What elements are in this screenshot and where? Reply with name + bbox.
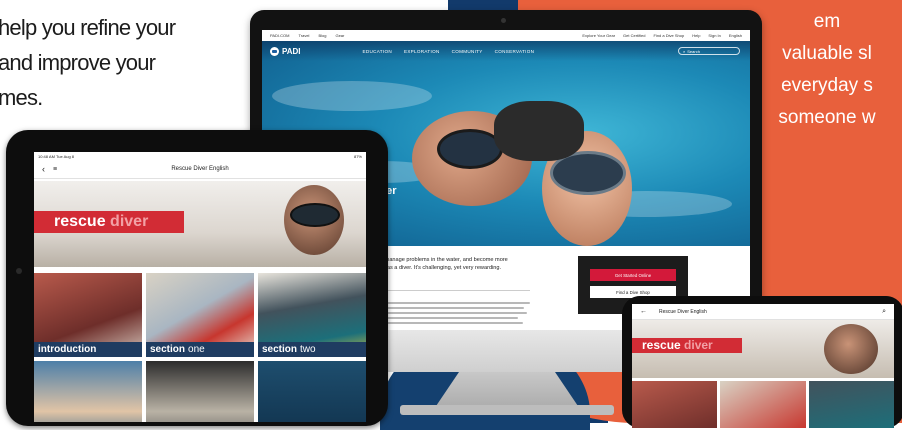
section-tile-photo[interactable]: [146, 361, 254, 422]
phone-section-grid: [632, 378, 894, 428]
text-line: [380, 317, 518, 319]
content-divider: [380, 290, 530, 291]
section-tile-photo[interactable]: [258, 361, 366, 422]
status-time: 10:48 AM Tue Aug 8: [38, 153, 75, 159]
back-arrow-icon[interactable]: ←: [640, 308, 647, 315]
tile-caption-thin: one: [188, 344, 205, 355]
tile-caption-bold: introduction: [38, 344, 97, 355]
diver-hair: [494, 101, 584, 161]
text-line: [380, 307, 524, 309]
marketing-line: everyday s: [781, 75, 873, 96]
section-grid: introduction section one section two: [34, 267, 366, 422]
app-header: ‹ ≡ Rescue Diver English: [34, 160, 366, 179]
menu-icon[interactable]: ≡: [53, 166, 57, 173]
search-input[interactable]: ⌕ Search: [678, 47, 740, 55]
tile-caption: introduction: [34, 342, 142, 357]
lead-line: lls as a diver. It's challenging, yet ve…: [380, 265, 502, 271]
utility-bar: PADI.COM Travel Blog Gear Explore Your G…: [262, 30, 750, 41]
search-icon: ⌕: [683, 48, 686, 54]
section-tile-section-two[interactable]: section two: [258, 273, 366, 357]
phone-app-header: ← Rescue Diver English ⌕: [632, 304, 894, 320]
marketing-line: valuable sl: [782, 43, 872, 64]
nav-link-conservation[interactable]: CONSERVATION: [495, 49, 535, 54]
section-tile-introduction[interactable]: introduction: [34, 273, 142, 357]
tile-caption-bold: section: [262, 344, 298, 355]
padi-logo-text: PADI: [282, 46, 301, 56]
marketing-line: help you refine your: [0, 15, 176, 40]
section-tile-section-one[interactable]: section one: [146, 273, 254, 357]
nav-link-exploration[interactable]: EXPLORATION: [404, 49, 440, 54]
utility-link-travel[interactable]: Travel: [298, 33, 309, 38]
banner-diver-mask: [290, 203, 340, 227]
main-navigation: PADI EDUCATION EXPLORATION COMMUNITY CON…: [262, 41, 750, 61]
battery-level: 87%: [353, 153, 362, 159]
marketing-line: someone w: [778, 107, 876, 128]
phone-section-tile[interactable]: [720, 381, 806, 428]
phone-section-tile[interactable]: [808, 381, 894, 428]
tile-caption: section two: [258, 342, 366, 357]
app-title: Rescue Diver English: [171, 166, 229, 172]
phone-screen: ← Rescue Diver English ⌕ rescue diver: [632, 304, 894, 428]
utility-link-blog[interactable]: Blog: [318, 33, 326, 38]
phone-device: ← Rescue Diver English ⌕ rescue diver: [622, 296, 902, 428]
webcam: [501, 18, 506, 23]
search-icon[interactable]: ⌕: [882, 308, 886, 316]
marketing-line: mes.: [0, 85, 43, 110]
phone-app-title: Rescue Diver English: [659, 308, 707, 315]
nav-link-education[interactable]: EDUCATION: [363, 49, 392, 54]
back-arrow-icon[interactable]: ‹: [42, 164, 45, 174]
tile-caption-bold: section: [150, 344, 186, 355]
utility-link-get-certified[interactable]: Get Certified: [623, 33, 645, 38]
status-bar: 10:48 AM Tue Aug 8 87%: [34, 152, 366, 160]
utility-link-padi[interactable]: PADI.COM: [270, 33, 289, 38]
search-placeholder: Search: [687, 48, 700, 54]
banner-word-diver: diver: [684, 338, 713, 352]
marketing-copy-right: em valuable sl everyday s someone w: [742, 6, 902, 134]
language-selector[interactable]: English: [729, 33, 742, 38]
marketing-line: em: [813, 11, 841, 32]
monitor-stand-base: [400, 405, 614, 415]
marketing-copy-left: help you refine your and improve your me…: [0, 10, 238, 115]
banner-word-rescue: rescue: [642, 338, 681, 352]
banner-word-diver: diver: [110, 213, 149, 230]
nav-link-community[interactable]: COMMUNITY: [452, 49, 483, 54]
body-text-block: [380, 302, 530, 327]
home-button[interactable]: [16, 268, 22, 274]
tile-caption: section one: [146, 342, 254, 357]
lead-line: d manage problems in the water, and beco…: [380, 257, 508, 263]
phone-banner-title: rescue diver: [642, 338, 713, 352]
utility-link-gear[interactable]: Gear: [335, 33, 344, 38]
padi-logo[interactable]: PADI: [270, 46, 301, 56]
utility-link-explore-gear[interactable]: Explore Your Gear: [582, 33, 615, 38]
section-tile-photo[interactable]: [34, 361, 142, 422]
banner-title: rescue diver: [54, 213, 148, 231]
text-line: [380, 322, 523, 324]
text-line: [380, 312, 527, 314]
tablet-screen: 10:48 AM Tue Aug 8 87% ‹ ≡ Rescue Diver …: [34, 152, 366, 422]
water-highlight: [272, 81, 432, 111]
padi-logo-icon: [270, 46, 279, 56]
utility-link-help[interactable]: Help: [692, 33, 700, 38]
course-banner: rescue diver: [34, 181, 366, 267]
tile-caption-thin: two: [300, 344, 316, 355]
marketing-line: and improve your: [0, 50, 156, 75]
phone-section-tile[interactable]: [632, 381, 718, 428]
tablet-device: 10:48 AM Tue Aug 8 87% ‹ ≡ Rescue Diver …: [6, 130, 388, 426]
phone-course-banner: rescue diver: [632, 320, 894, 378]
utility-link-find-dive-shop[interactable]: Find a Dive Shop: [654, 33, 685, 38]
get-started-online-button[interactable]: Get Started Online: [590, 269, 676, 281]
banner-word-rescue: rescue: [54, 213, 106, 230]
utility-link-sign-in[interactable]: Sign In: [708, 33, 720, 38]
phone-banner-diver: [824, 324, 878, 374]
lead-paragraph: d manage problems in the water, and beco…: [380, 256, 530, 272]
text-line: [380, 302, 530, 304]
